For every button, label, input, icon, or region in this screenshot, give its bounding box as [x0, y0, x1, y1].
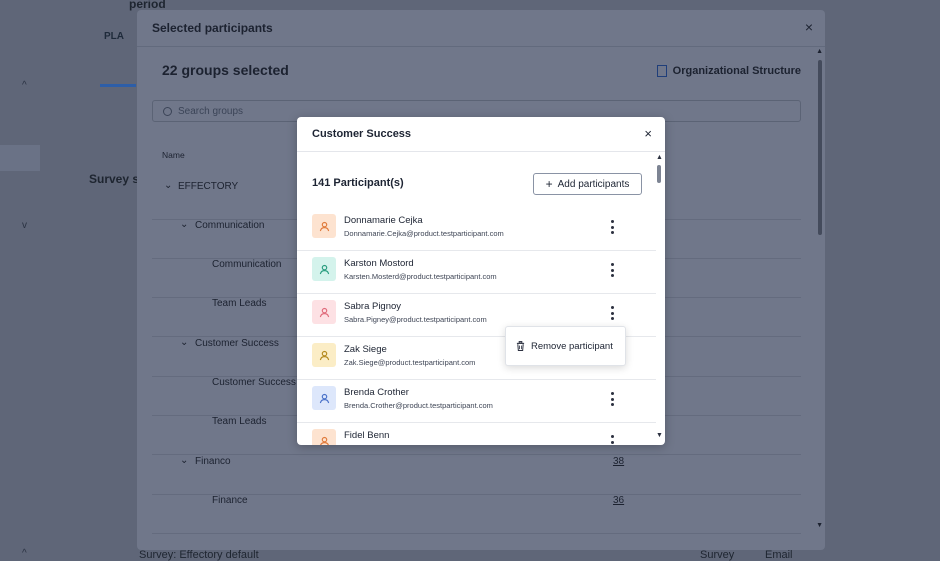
participant-name: Karston Mostord — [344, 258, 414, 269]
add-participants-button[interactable]: + Add participants — [533, 173, 642, 195]
participant-email: Zak.Siege@product.testparticipant.com — [344, 358, 476, 367]
bg-chevron-down-icon: v — [22, 220, 27, 231]
tree-row-label: Communication — [195, 220, 265, 231]
participant-name: Fidel Benn — [344, 430, 390, 441]
participant-name: Zak Siege — [344, 344, 387, 355]
person-icon — [319, 221, 329, 231]
scroll-down-icon[interactable]: ▼ — [656, 432, 663, 439]
tree-row-label: Financo — [195, 456, 231, 467]
outer-modal-header: Selected participants × — [137, 10, 825, 47]
person-icon — [319, 393, 329, 403]
tree-row[interactable]: ⌄ Financo 38 — [152, 455, 801, 495]
tree-row-label: Communication — [212, 259, 282, 270]
person-icon — [319, 264, 329, 274]
more-options-icon[interactable] — [610, 220, 614, 234]
avatar — [312, 386, 336, 410]
participant-email: Donnamarie.Cejka@product.testparticipant… — [344, 229, 504, 238]
inner-modal-title: Customer Success — [312, 128, 412, 140]
more-options-icon[interactable] — [610, 263, 614, 277]
person-icon — [319, 350, 329, 360]
participant-name: Donnamarie Cejka — [344, 215, 423, 226]
avatar — [312, 214, 336, 238]
search-icon — [163, 106, 172, 116]
tree-row-label: EFFECTORY — [178, 181, 239, 192]
org-structure-label: Organizational Structure — [672, 65, 801, 77]
chevron-down-icon[interactable]: ⌄ — [164, 180, 172, 191]
bg-progress-bar — [100, 84, 136, 87]
participant-count-link[interactable]: 38 — [613, 456, 624, 467]
scroll-up-icon[interactable]: ▲ — [816, 48, 823, 55]
avatar — [312, 429, 336, 445]
outer-modal-title: Selected participants — [152, 21, 273, 35]
more-options-icon[interactable] — [610, 306, 614, 320]
bg-bottom-text: Survey: Effectory default — [139, 549, 259, 561]
tree-row-label: Team Leads — [212, 416, 267, 427]
scroll-down-icon[interactable]: ▼ — [816, 522, 823, 529]
participant-row: Brenda Crother Brenda.Crother@product.tes… — [297, 380, 656, 423]
avatar — [312, 343, 336, 367]
scroll-up-icon[interactable]: ▲ — [656, 154, 663, 161]
more-options-icon[interactable] — [610, 435, 614, 445]
column-header-name: Name — [162, 150, 185, 160]
bg-tab-email: Email — [765, 549, 793, 561]
building-icon — [656, 65, 667, 77]
tree-row-label: Finance — [212, 495, 248, 506]
chevron-down-icon[interactable]: ⌄ — [180, 455, 188, 466]
outer-scrollbar[interactable] — [818, 60, 822, 235]
groups-selected-heading: 22 groups selected — [162, 62, 289, 78]
customer-success-modal: Customer Success × 141 Participant(s) + … — [297, 117, 665, 445]
inner-scrollbar[interactable] — [657, 165, 661, 183]
bg-chevron-up-icon: ^ — [22, 80, 27, 91]
avatar — [312, 257, 336, 281]
tree-row-label: Team Leads — [212, 298, 267, 309]
trash-icon — [516, 341, 525, 351]
participant-name: Brenda Crother — [344, 387, 409, 398]
inner-modal-header: Customer Success × — [297, 117, 665, 152]
participant-email: Brenda.Crother@product.testparticipant.c… — [344, 401, 493, 410]
bg-chevron-up-icon-2: ^ — [22, 548, 27, 559]
more-options-icon[interactable] — [610, 392, 614, 406]
chevron-down-icon[interactable]: ⌄ — [180, 337, 188, 348]
chevron-down-icon[interactable]: ⌄ — [180, 219, 188, 230]
participant-count-link[interactable]: 36 — [613, 495, 624, 506]
remove-participant-menu-item[interactable]: Remove participant — [505, 326, 626, 366]
participant-row: Karston Mostord Karsten.Mosterd@product.t… — [297, 251, 656, 294]
participant-row: Donnamarie Cejka Donnamarie.Cejka@product… — [297, 208, 656, 251]
participant-row: Fidel Benn — [297, 423, 656, 445]
outer-close-icon[interactable]: × — [805, 20, 813, 34]
bg-plan-label: PLA — [104, 31, 124, 42]
bg-sidebar-selected — [0, 145, 40, 171]
add-participants-label: Add participants — [557, 178, 630, 190]
person-icon — [319, 436, 329, 445]
participant-email: Sabra.Pigney@product.testparticipant.com — [344, 315, 487, 324]
remove-participant-label: Remove participant — [531, 340, 613, 352]
tree-row-label: Customer Success — [195, 338, 279, 349]
tree-row[interactable]: Finance 36 — [152, 495, 801, 534]
participant-email: Karsten.Mosterd@product.testparticipant.… — [344, 272, 497, 281]
search-groups-input[interactable] — [178, 105, 578, 117]
bg-tab-survey: Survey — [700, 549, 735, 561]
participant-count: 141 Participant(s) — [312, 177, 404, 189]
participant-name: Sabra Pignoy — [344, 301, 402, 312]
close-icon[interactable]: × — [644, 127, 652, 140]
person-icon — [319, 307, 329, 317]
plus-icon: + — [545, 177, 553, 191]
org-structure-link[interactable]: Organizational Structure — [656, 65, 801, 77]
tree-row-label: Customer Success — [212, 377, 296, 388]
avatar — [312, 300, 336, 324]
